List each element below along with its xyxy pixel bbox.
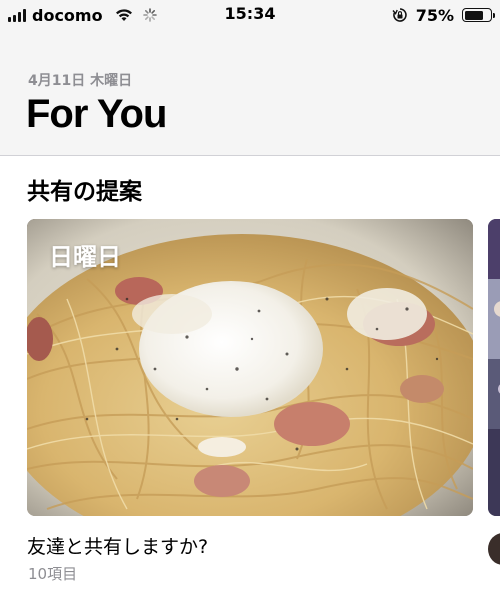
card-day-label: 日曜日 [49,243,121,271]
sharing-suggestion-card[interactable]: 日曜日 [27,219,473,516]
next-card-avatar [488,533,500,565]
header: 4月11日 木曜日 For You [0,30,500,156]
next-suggestion-card[interactable] [488,219,500,516]
section-title-sharing-suggestions: 共有の提案 [27,179,142,205]
status-right: 75% [392,5,495,25]
card-item-count: 10項目 [28,565,78,583]
battery-percent: 75% [415,5,454,25]
page-title: For You [26,92,167,136]
next-card-photo-image [488,219,500,516]
header-date: 4月11日 木曜日 [28,73,133,89]
status-bar: docomo 15:34 75% [0,0,500,30]
battery-fill [464,10,484,20]
battery-icon [462,8,495,22]
card-caption: 友達と共有しますか? [27,536,209,558]
orientation-lock-icon [392,8,407,22]
